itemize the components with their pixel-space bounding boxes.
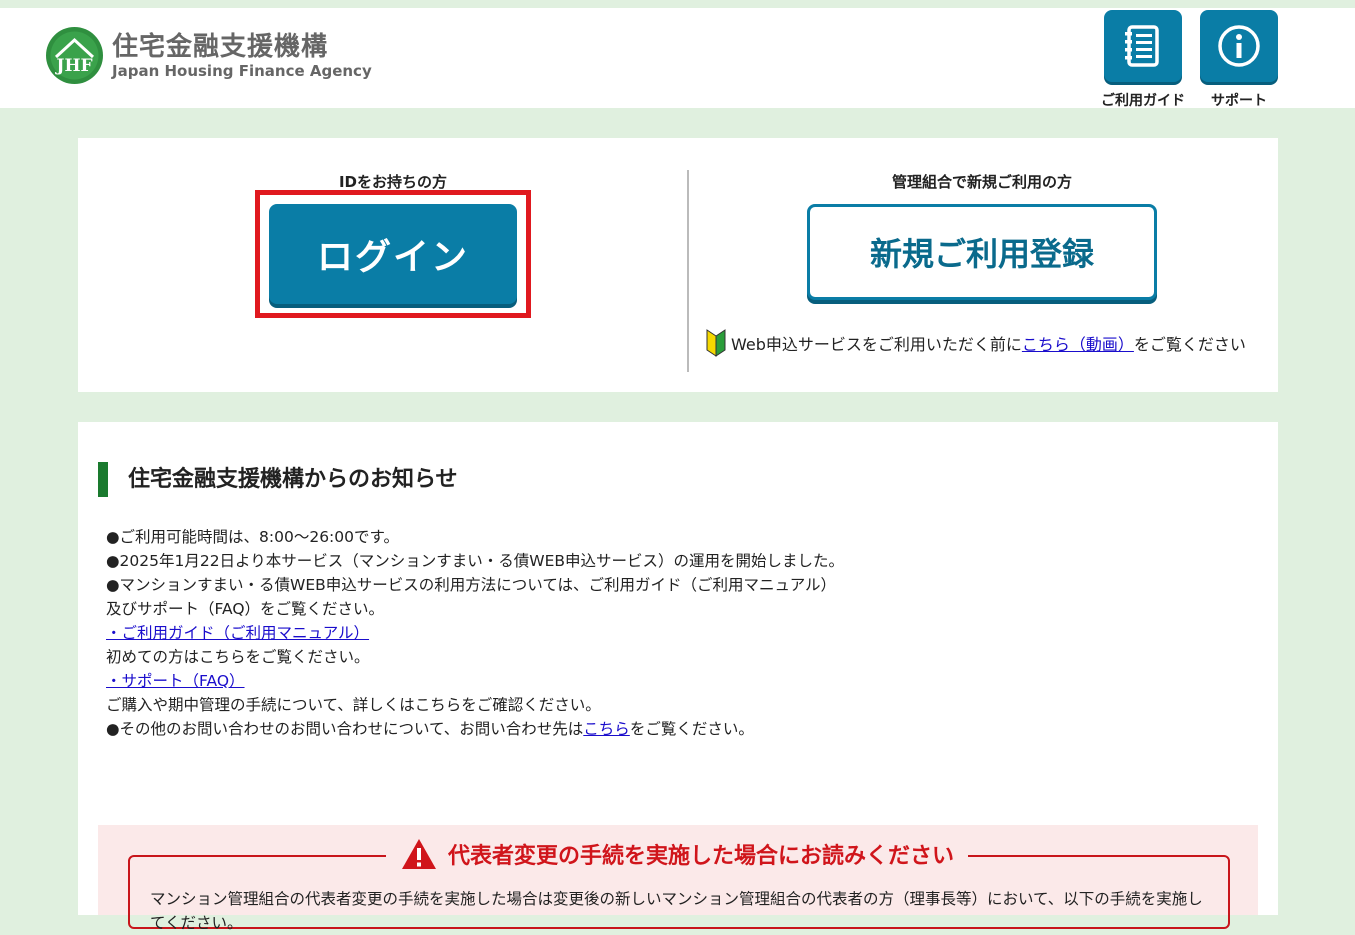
notice-text: マンション管理組合の代表者変更の手続を実施した場合は変更後の新しいマンション管理… [150,890,1203,932]
warning-icon [402,839,436,869]
news-title: 住宅金融支援機構からのお知らせ [98,462,458,497]
jhf-logo-icon: JHF [46,27,103,84]
support-label[interactable]: サポート [1189,90,1289,110]
user-guide-button[interactable]: ご利用ガイド [1093,10,1193,110]
news-line: ご購入や期中管理の手続について、詳しくはこちらをご確認ください。 [106,696,601,714]
info-icon [1218,25,1260,67]
support-tile[interactable] [1200,10,1278,82]
news-body: ●ご利用可能時間は、8:00～26:00です。 ●2025年1月22日より本サー… [106,525,844,741]
new-registration-button[interactable]: 新規ご利用登録 [807,204,1157,300]
beginner-note-suffix: をご覧ください [1133,335,1246,354]
news-panel: 住宅金融支援機構からのお知らせ ●ご利用可能時間は、8:00～26:00です。 … [78,422,1278,932]
user-guide-label[interactable]: ご利用ガイド [1093,90,1193,110]
news-line: ●その他のお問い合わせのお問い合わせについて、お問い合わせ先はこちらをご覧くださ… [106,720,754,738]
faq-link[interactable]: ・サポート（FAQ） [106,672,245,690]
contact-link[interactable]: こちら [583,720,630,738]
notice-title: 代表者変更の手続を実施した場合にお読みください [386,837,969,871]
news-line: ●マンションすまい・る債WEB申込サービスの利用方法については、ご利用ガイド（ご… [106,576,837,594]
news-line: ●ご利用可能時間は、8:00～26:00です。 [106,528,399,546]
notebook-icon [1125,25,1159,67]
login-button[interactable]: ログイン [269,204,517,304]
svg-text:JHF: JHF [54,56,92,76]
news-line: ●2025年1月22日より本サービス（マンションすまい・る債WEB申込サービス）… [106,552,845,570]
news-line: 初めての方はこちらをご覧ください。 [106,648,370,666]
logo-japanese-name: 住宅金融支援機構 [112,31,329,62]
news-line: 及びサポート（FAQ）をご覧ください。 [106,600,385,618]
beginner-note: Web申込サービスをご利用いただく前に こちら（動画） をご覧ください [705,328,1246,358]
vertical-divider [687,170,689,372]
user-guide-tile[interactable] [1104,10,1182,82]
site-header: JHF 住宅金融支援機構 Japan Housing Finance Agenc… [0,8,1355,110]
login-heading: IDをお持ちの方 [338,173,448,191]
login-highlight-frame: ログイン [255,190,531,318]
beginner-mark-icon [706,329,726,357]
support-button[interactable]: サポート [1189,10,1289,110]
user-guide-link[interactable]: ・ご利用ガイド（ご利用マニュアル） [106,624,369,642]
logo-english-name: Japan Housing Finance Agency [112,61,372,80]
beginner-note-prefix: Web申込サービスをご利用いただく前に [731,335,1022,354]
register-heading: 管理組合で新規ご利用の方 [891,173,1072,191]
entry-panel: IDをお持ちの方 ログイン 管理組合で新規ご利用の方 新規ご利用登録 Web申込… [78,138,1278,392]
video-guide-link[interactable]: こちら（動画） [1022,331,1134,355]
representative-change-notice: 代表者変更の手続を実施した場合にお読みください マンション管理組合の代表者変更の… [98,825,1258,932]
site-logo[interactable]: JHF 住宅金融支援機構 Japan Housing Finance Agenc… [46,27,372,84]
